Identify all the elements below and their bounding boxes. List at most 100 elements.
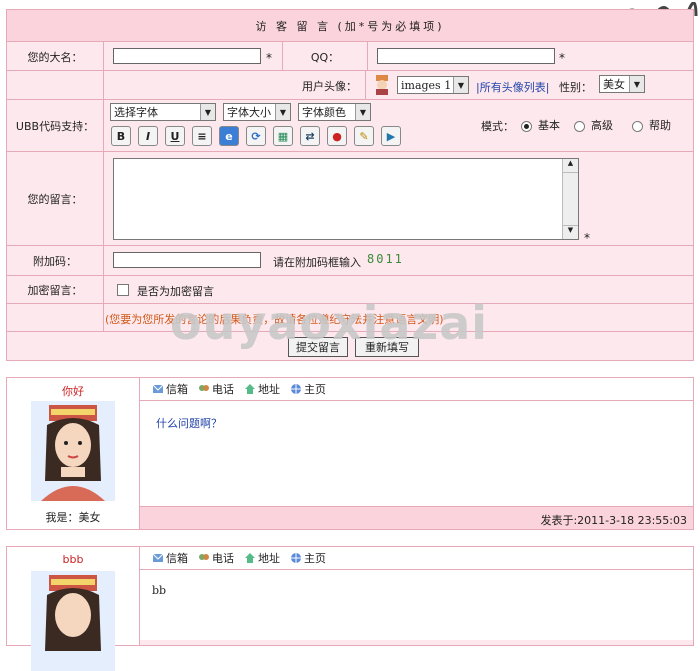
pencil-button[interactable]: ✎ [354,126,374,146]
post-1-nick: 你好 [62,385,84,398]
gender-select-value: 美女 [603,78,625,91]
avatar-select-value: images 1 [401,78,452,92]
watermark: ouyaoxiazai [170,296,489,350]
email-label: 信箱 [166,383,188,396]
email-link[interactable]: 信箱 [152,550,188,566]
homepage-link[interactable]: 主页 [290,381,326,397]
home-icon [245,384,255,394]
avatar [31,571,115,671]
mode-advanced[interactable]: 高级 [574,117,613,133]
captcha-input[interactable] [113,252,261,268]
post-1-header: 信箱 电话 地址 主页 [140,378,693,401]
post-2-content: bb [152,584,167,597]
mode-help[interactable]: 帮助 [632,117,671,133]
phone-link[interactable]: 电话 [198,550,234,566]
image-button[interactable]: ▦ [273,126,293,146]
phone-label: 电话 [212,383,234,396]
mode-advanced-label: 高级 [591,119,613,132]
underline-button[interactable]: U [165,126,185,146]
size-select[interactable]: 字体大小 ▼ [223,103,291,121]
email-label: 信箱 [166,552,188,565]
post-2-nick: bbb [62,553,84,566]
captcha-code: 8011 [367,252,404,266]
radio-selected-icon [521,120,532,132]
color-select-value: 字体颜色 [302,106,346,119]
chevron-down-icon: ▼ [355,104,370,120]
post-1-body: 什么问题啊？ [140,401,693,507]
avatar-empty-label [7,71,104,100]
mode-help-label: 帮助 [649,119,671,132]
phone-link[interactable]: 电话 [198,381,234,397]
font-select[interactable]: 选择字体 ▼ [110,103,216,121]
post-2-body: bb [140,570,693,640]
ubb-label: UBB代码支持： [7,100,104,152]
phone-icon [199,554,209,560]
globe-icon [291,553,301,563]
scroll-down-icon[interactable]: ▼ [563,225,578,239]
qq-input[interactable] [377,48,555,64]
avatar-portrait-icon [31,401,115,501]
message-scrollbar[interactable]: ▲ ▼ [562,159,578,239]
post-2-sidebar: bbb [7,547,140,671]
post-1-sidebar: 你好 我是：美女 [7,378,140,529]
address-label: 地址 [258,383,280,396]
avatar-label: 用户头像： [103,71,366,100]
message-row: 您的留言： ▲ ▼ * [7,151,693,246]
avatar-portrait-icon [31,571,115,671]
color-select[interactable]: 字体颜色 ▼ [298,103,371,121]
mode-basic[interactable]: 基本 [521,117,560,133]
size-select-value: 字体大小 [227,106,271,119]
scroll-up-icon[interactable]: ▲ [563,159,578,173]
form-title: 访 客 留 言 (加*号为必填项) [7,10,693,41]
swap-button[interactable]: ⇄ [300,126,320,146]
homepage-label: 主页 [304,383,326,396]
name-row: 您的大名： * QQ： * [7,41,693,71]
captcha-row: 附加码： 请在附加码框输入 8011 [7,245,693,276]
post-1-content: 什么问题啊？ [156,417,222,430]
chevron-down-icon: ▼ [200,104,215,120]
post-1: 你好 我是：美女 信箱 电话 地址 主页 什么问题啊？ 发表于:2011-3-1 [6,377,694,530]
post-1-time: 发表于:2011-3-18 23:55:03 [540,514,687,527]
private-checkbox[interactable] [117,284,129,296]
avatar-preview-icon [376,75,388,95]
avatar-select[interactable]: images 1 ▼ [397,76,469,94]
refresh-button[interactable]: ⟳ [246,126,266,146]
gender-select[interactable]: 美女 ▼ [599,75,645,93]
captcha-label: 附加码： [7,246,104,276]
avatar-row: 用户头像： images 1 ▼ |所有头像列表| 性别： 美女 ▼ [7,70,693,100]
link-button[interactable]: e [219,126,239,146]
radio-icon [632,120,643,132]
notice-empty-label [7,304,104,332]
email-icon [152,384,164,393]
avatar-list-link[interactable]: |所有头像列表| [476,79,549,95]
ubb-row: UBB代码支持： 选择字体 ▼ 字体大小 ▼ 字体颜色 ▼ B I U ≡ e … [7,99,693,152]
homepage-label: 主页 [304,552,326,565]
globe-icon [291,384,301,394]
avatar [31,401,115,501]
post-2-header: 信箱 电话 地址 主页 [140,547,693,570]
name-label: 您的大名： [7,42,104,71]
italic-button[interactable]: I [138,126,158,146]
bold-button[interactable]: B [111,126,131,146]
record-button[interactable]: ● [327,126,347,146]
phone-label: 电话 [212,552,234,565]
homepage-link[interactable]: 主页 [290,550,326,566]
message-textarea[interactable]: ▲ ▼ [113,158,579,240]
post-1-footer: 发表于:2011-3-18 23:55:03 [140,506,693,529]
post-2: bbb 信箱 电话 地址 主页 bb [6,546,694,671]
post-1-iam: 我是：美女 [45,511,101,524]
email-link[interactable]: 信箱 [152,381,188,397]
message-label: 您的留言： [7,152,104,246]
qq-label: QQ： [282,42,368,71]
address-link[interactable]: 地址 [244,381,280,397]
radio-icon [574,120,585,132]
mode-label: 模式： [481,120,514,133]
play-button[interactable]: ▶ [381,126,401,146]
gender-label: 性别： [559,81,592,94]
center-button[interactable]: ≡ [192,126,212,146]
address-link[interactable]: 地址 [244,550,280,566]
private-label: 加密留言： [7,276,104,304]
captcha-hint: 请在附加码框输入 [273,256,361,269]
mode-basic-label: 基本 [538,119,560,132]
name-input[interactable] [113,48,261,64]
